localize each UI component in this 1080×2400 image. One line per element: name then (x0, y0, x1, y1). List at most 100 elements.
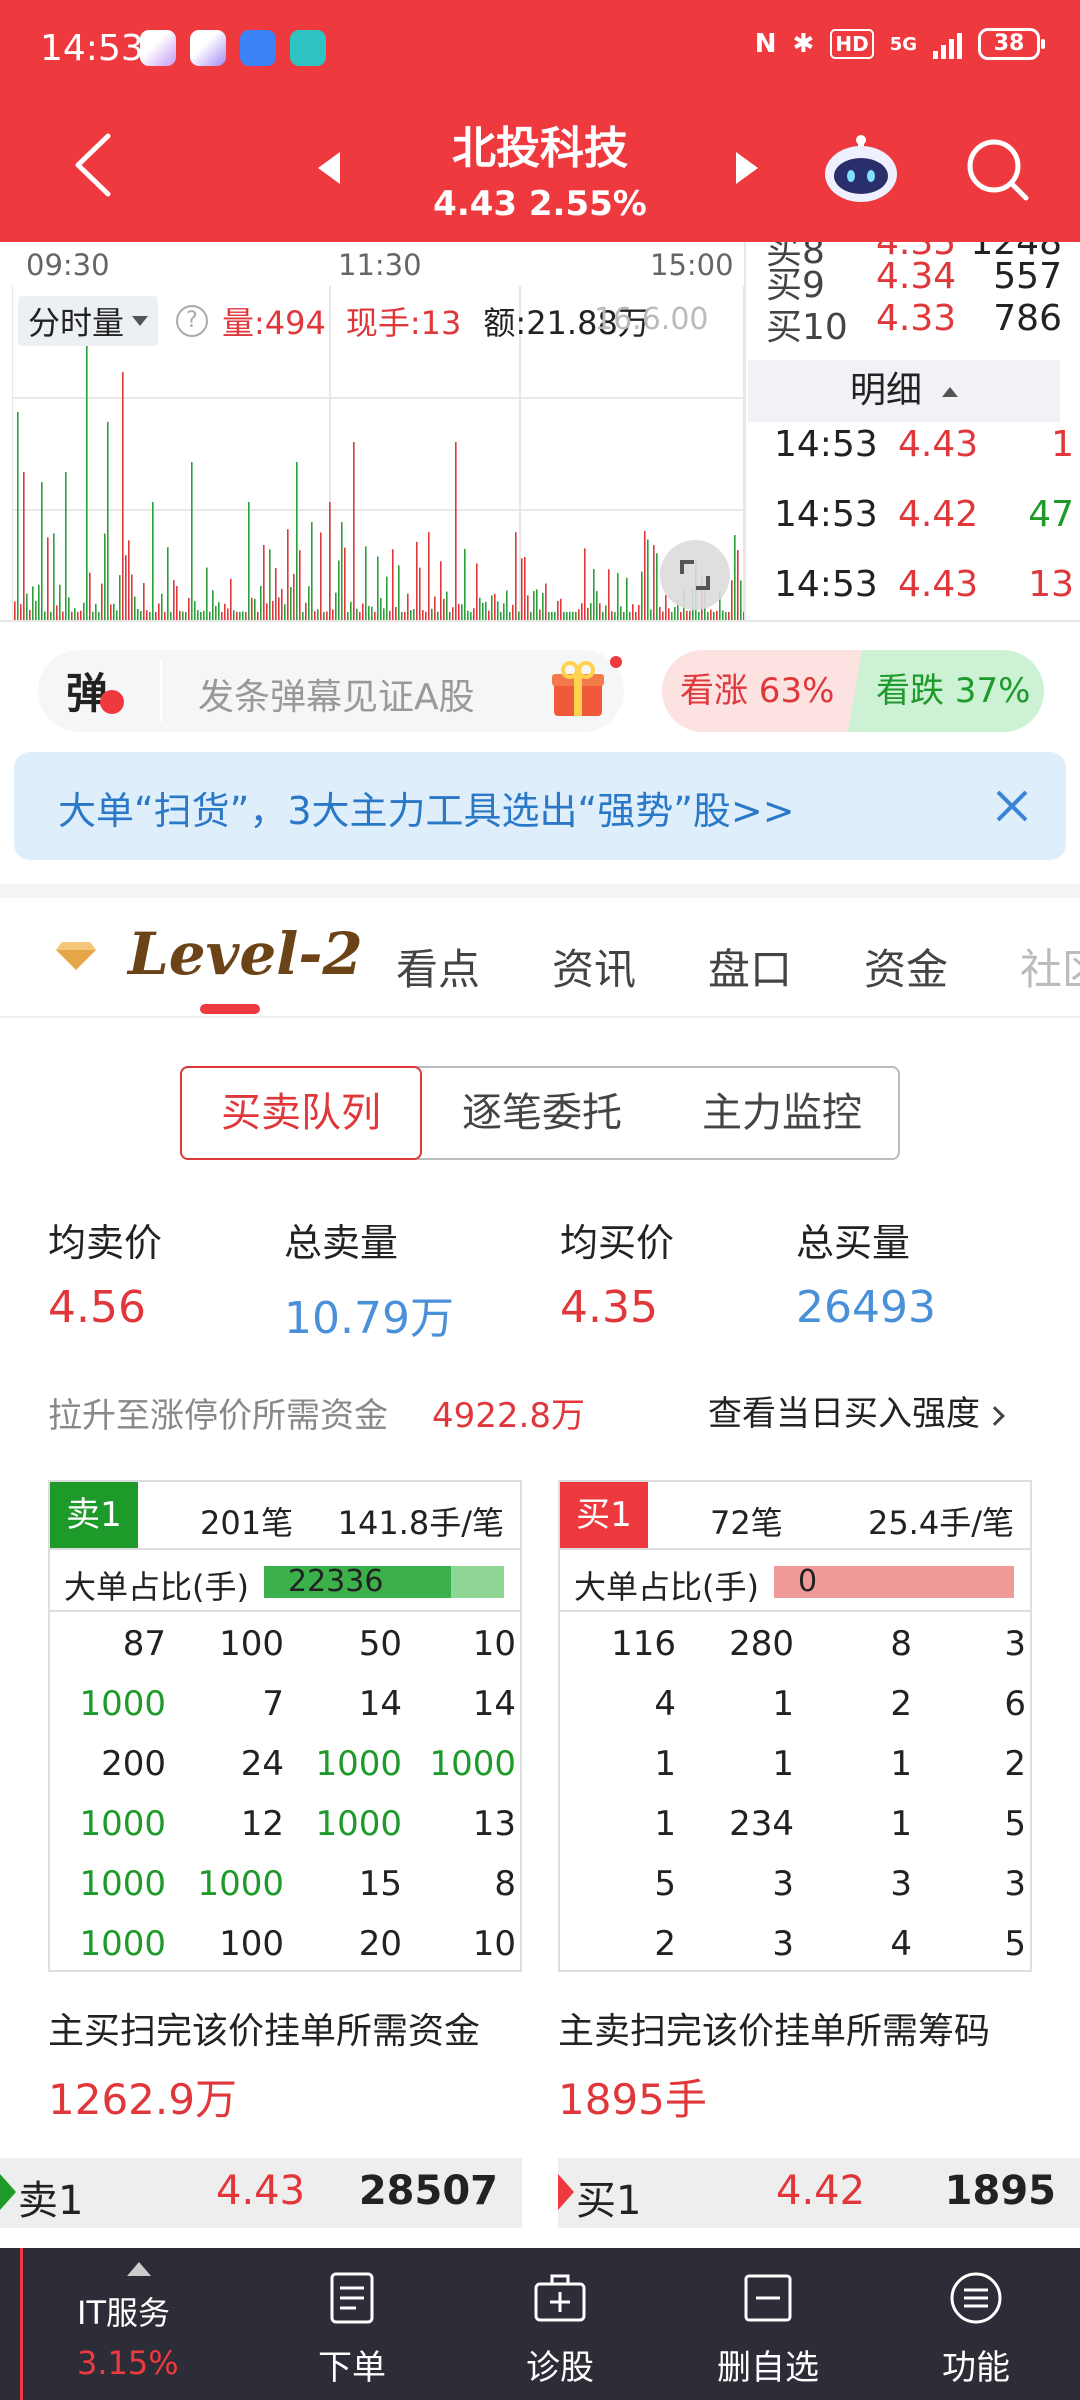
volume-bar (416, 541, 418, 622)
order-price: 4.33 (876, 298, 957, 339)
avg-buy-label: 均买价 (560, 1221, 675, 1265)
volume-bar (353, 442, 355, 622)
danmaku-input[interactable]: 发条弹幕见证A股 (198, 668, 475, 720)
notification-icons (140, 30, 326, 66)
avg-buy-value: 4.35 (560, 1282, 658, 1333)
mail-app-icon (140, 30, 176, 66)
sell-queue-cell: 1000 (315, 1744, 402, 1784)
volume-bar (167, 547, 169, 622)
volume-bar (443, 598, 445, 622)
volume-bar (143, 582, 145, 622)
seg-main-monitor[interactable]: 主力监控 (662, 1068, 902, 1158)
tab-level2[interactable]: Level-2 (128, 920, 363, 988)
tab-community[interactable]: 社区 (1020, 936, 1080, 997)
trade-detail-row: 14:53 4.42 47 (766, 494, 1074, 538)
time-label-open: 09:30 (26, 248, 110, 282)
sell-level-tag: 卖1 (50, 1482, 138, 1548)
danmaku-bar[interactable]: 弹 发条弹幕见证A股 (38, 650, 624, 732)
buy-ratio-value: 0 (798, 1564, 818, 1599)
intraday-chart-area: 09:30 11:30 15:00 分时量 ? 量:494 现手:13 额:21… (0, 242, 1080, 622)
volume-bar (119, 575, 121, 622)
sell-queue-cell: 200 (101, 1744, 166, 1784)
sell-queue-row: 1000 100 20 10 (50, 1914, 520, 1974)
search-icon[interactable] (964, 136, 1030, 202)
interval-selector[interactable]: 分时量 (18, 296, 159, 346)
nav-remove-watchlist[interactable]: 删自选 (688, 2248, 848, 2400)
hd-icon: HD (830, 29, 874, 59)
tab-capital[interactable]: 资金 (864, 936, 948, 997)
volume-bar (23, 472, 25, 622)
tab-news[interactable]: 资讯 (552, 936, 636, 997)
volume-bar (434, 596, 436, 622)
buy-queue-cell: 1 (890, 1744, 912, 1784)
chevron-down-icon (132, 316, 149, 326)
volume-bar (38, 584, 40, 622)
view-buy-strength-link[interactable]: 查看当日买入强度 (708, 1386, 1005, 1435)
buy-arrow-icon (558, 2174, 574, 2210)
volume-bar (338, 560, 340, 622)
seg-tick-orders[interactable]: 逐笔委托 (422, 1068, 662, 1158)
sell-queue-cell: 15 (358, 1864, 402, 1904)
buy-queue-cell: 116 (611, 1624, 676, 1664)
volume-bar (275, 568, 277, 622)
time-axis: 09:30 11:30 15:00 (14, 242, 734, 284)
back-arrow-icon[interactable] (70, 130, 114, 200)
volume-bar (41, 482, 43, 622)
network-type: 5G (889, 33, 917, 55)
sell-queue-cell: 10 (472, 1624, 516, 1664)
minus-square-icon (744, 2274, 792, 2322)
sell-queue-cell: 7 (262, 1684, 284, 1724)
nav-functions[interactable]: 功能 (896, 2248, 1056, 2400)
nav-place-order[interactable]: 下单 (272, 2248, 432, 2400)
trade-price: 4.43 (898, 424, 979, 465)
vote-up-button[interactable]: 看涨 63% (662, 650, 862, 732)
sell-queue-row: 200 24 1000 1000 (50, 1734, 520, 1794)
volume-bar (731, 580, 733, 622)
volume-bar (320, 532, 322, 622)
buy-queue-cell: 234 (729, 1804, 794, 1844)
sell-queue-cell: 100 (219, 1924, 284, 1964)
limit-up-capital-label: 拉升至涨停价所需资金 (48, 1396, 388, 1436)
vote-down-button[interactable]: 看跌 37% (848, 650, 1044, 732)
buy1-quote-bar[interactable]: 买1 4.42 1895 (558, 2158, 1080, 2228)
danmaku-badge[interactable]: 弹 (66, 660, 108, 721)
close-icon[interactable] (994, 788, 1030, 824)
nfc-icon: N (754, 29, 777, 59)
nav-label: 删自选 (717, 2348, 819, 2388)
tab-highlights[interactable]: 看点 (396, 936, 480, 997)
volume-bar (536, 589, 538, 622)
buy-queue-cell: 5 (654, 1864, 676, 1904)
order-volume: 786 (993, 298, 1062, 339)
help-icon[interactable]: ? (176, 305, 209, 337)
volume-bar (527, 595, 529, 622)
bank-app-icon (240, 30, 276, 66)
buy-order-count: 72笔 (710, 1504, 783, 1542)
next-stock-icon[interactable] (736, 152, 758, 184)
volume-bar (251, 597, 253, 622)
seg-order-queue[interactable]: 买卖队列 (180, 1066, 422, 1160)
sector-quote[interactable]: IT服务 3.15% (20, 2248, 230, 2400)
volume-bar (533, 591, 535, 622)
promo-banner[interactable]: 大单“扫货”，3大主力工具选出“强势”股>> (14, 752, 1066, 860)
banner-text[interactable]: 大单“扫货”，3大主力工具选出“强势”股>> (58, 780, 795, 835)
fullscreen-icon[interactable] (660, 540, 730, 610)
sell1-quote-bar[interactable]: 卖1 4.43 28507 (0, 2158, 522, 2228)
trade-volume: 13 (1028, 564, 1074, 605)
volume-bar (281, 588, 283, 622)
volume-bar (557, 600, 559, 622)
sell-big-order-ratio: 大单占比(手) 22336 (50, 1550, 520, 1612)
volume-bar (428, 531, 430, 622)
nav-diagnose[interactable]: 诊股 (480, 2248, 640, 2400)
tab-quote-board[interactable]: 盘口 (708, 936, 792, 997)
sell-queue-cell: 1000 (79, 1684, 166, 1724)
sell-queue-row: 87 100 50 10 (50, 1614, 520, 1674)
volume-bar (134, 596, 136, 622)
gift-icon[interactable] (550, 660, 606, 720)
robot-assistant-icon[interactable] (822, 134, 900, 204)
volume-bar (53, 533, 55, 622)
prev-stock-icon[interactable] (318, 152, 340, 184)
detail-header[interactable]: 明细 (748, 360, 1060, 422)
sell-queue-cell: 87 (122, 1624, 166, 1664)
volume-bar (161, 593, 163, 622)
buy1-label: 买1 (576, 2178, 642, 2224)
